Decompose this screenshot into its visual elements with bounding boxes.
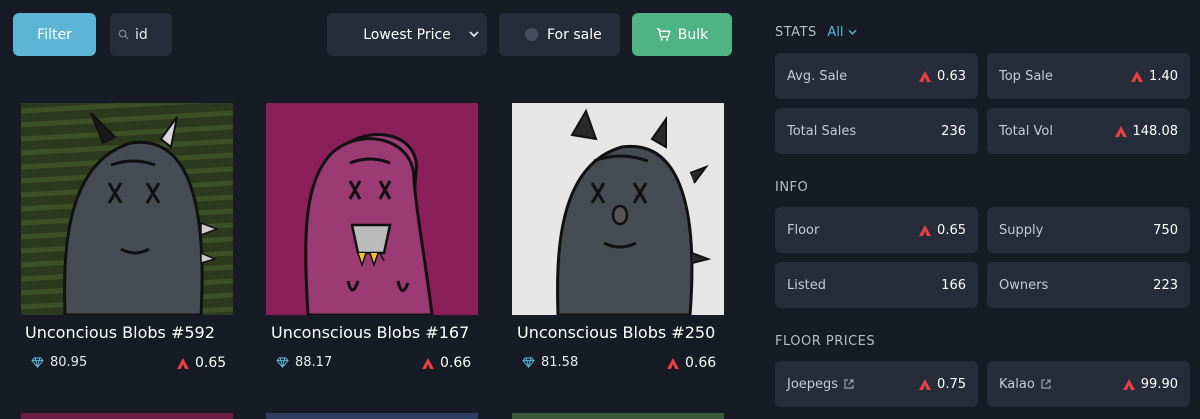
nft-image[interactable] xyxy=(21,103,233,315)
avax-icon xyxy=(177,357,189,369)
stat-label: Owners xyxy=(999,277,1049,293)
for-sale-label: For sale xyxy=(547,26,602,43)
stat-label: Total Sales xyxy=(787,123,857,139)
nft-rarity: 80.95 xyxy=(31,355,87,370)
for-sale-toggle[interactable]: For sale xyxy=(499,13,620,56)
stat-total-vol: Total Vol 148.08 xyxy=(987,108,1190,154)
diamond-icon xyxy=(276,357,289,368)
stat-value-text: 99.90 xyxy=(1140,376,1178,392)
avax-icon xyxy=(1122,378,1135,390)
stat-value: 236 xyxy=(941,123,966,139)
stats-filter-dropdown[interactable]: All xyxy=(827,25,857,40)
external-link-icon[interactable] xyxy=(844,379,854,389)
stat-label: Listed xyxy=(787,277,826,293)
nft-price: 0.66 xyxy=(422,355,471,371)
stat-top-sale: Top Sale 1.40 xyxy=(987,53,1190,99)
nft-image[interactable] xyxy=(512,103,724,315)
marketplace-name: Kalao xyxy=(999,376,1035,392)
filter-button[interactable]: Filter xyxy=(13,13,96,56)
for-sale-radio[interactable] xyxy=(525,28,538,41)
stats-filter-label: All xyxy=(827,25,844,40)
floor-kalao[interactable]: Kalao 99.90 xyxy=(987,361,1190,407)
search-input[interactable] xyxy=(135,26,165,43)
avax-icon xyxy=(919,378,932,390)
stat-value: 0.63 xyxy=(919,69,966,84)
nft-title[interactable]: Unconscious Blobs #250 xyxy=(517,323,715,342)
info-supply: Supply 750 xyxy=(987,207,1190,253)
stat-value-text: 0.63 xyxy=(937,68,966,84)
bulk-button[interactable]: Bulk xyxy=(632,13,732,56)
stat-value: 99.90 xyxy=(1122,376,1178,392)
info-listed: Listed 166 xyxy=(775,262,978,308)
floor-prices-title: FLOOR PRICES xyxy=(775,334,876,349)
avax-icon xyxy=(422,357,434,369)
avax-icon xyxy=(919,224,932,236)
diamond-icon xyxy=(31,357,44,368)
marketplace-name: Joepegs xyxy=(787,376,839,392)
nft-image-next[interactable] xyxy=(512,413,724,419)
stat-label: Top Sale xyxy=(999,68,1053,84)
stat-value-text: 148.08 xyxy=(1132,123,1179,139)
stat-value: 166 xyxy=(941,277,966,293)
stat-label: Floor xyxy=(787,222,820,238)
avax-icon xyxy=(667,357,679,369)
chevron-down-icon xyxy=(469,31,479,38)
stat-total-sales: Total Sales 236 xyxy=(775,108,978,154)
nft-rarity-value: 80.95 xyxy=(50,355,88,370)
sort-label: Lowest Price xyxy=(363,26,451,43)
nft-image-next[interactable] xyxy=(21,413,233,419)
bulk-label: Bulk xyxy=(677,26,709,43)
nft-image-next[interactable] xyxy=(266,413,478,419)
nft-price-value: 0.66 xyxy=(685,355,717,371)
nft-image[interactable] xyxy=(266,103,478,315)
stat-value: 0.75 xyxy=(919,377,966,392)
nft-rarity-value: 88.17 xyxy=(295,355,333,370)
stat-label: Kalao xyxy=(999,377,1051,392)
info-floor: Floor 0.65 xyxy=(775,207,978,253)
stat-value: 148.08 xyxy=(1114,123,1179,139)
stat-value-text: 0.75 xyxy=(937,376,966,392)
avax-icon xyxy=(919,70,932,82)
stat-value: 223 xyxy=(1153,277,1178,293)
search-box[interactable] xyxy=(110,13,172,56)
stat-value-text: 1.40 xyxy=(1149,68,1178,84)
stat-label: Joepegs xyxy=(787,377,854,392)
floor-joepegs[interactable]: Joepegs 0.75 xyxy=(775,361,978,407)
info-owners: Owners 223 xyxy=(987,262,1190,308)
chevron-down-icon xyxy=(848,29,857,35)
avax-icon xyxy=(1114,125,1127,137)
diamond-icon xyxy=(522,357,535,368)
cart-icon xyxy=(656,28,671,41)
info-title: INFO xyxy=(775,180,809,195)
stat-value: 750 xyxy=(1153,222,1178,238)
stat-value: 0.65 xyxy=(919,223,966,238)
nft-rarity: 88.17 xyxy=(276,355,332,370)
nft-price: 0.65 xyxy=(177,355,226,371)
external-link-icon[interactable] xyxy=(1041,379,1051,389)
nft-price-value: 0.65 xyxy=(195,355,227,371)
nft-title[interactable]: Unconcious Blobs #592 xyxy=(25,323,215,342)
stat-label: Supply xyxy=(999,222,1044,238)
stat-label: Total Vol xyxy=(999,123,1053,139)
stat-avg-sale: Avg. Sale 0.63 xyxy=(775,53,978,99)
nft-price: 0.66 xyxy=(667,355,716,371)
avax-icon xyxy=(1131,70,1144,82)
nft-price-value: 0.66 xyxy=(440,355,472,371)
stats-heading: STATS All xyxy=(775,25,857,40)
sort-select[interactable]: Lowest Price xyxy=(327,13,487,56)
stats-title: STATS xyxy=(775,25,817,40)
nft-title[interactable]: Unconscious Blobs #167 xyxy=(271,323,469,342)
nft-rarity-value: 81.58 xyxy=(541,355,579,370)
stat-value-text: 0.65 xyxy=(937,222,966,238)
nft-rarity: 81.58 xyxy=(522,355,578,370)
stat-value: 1.40 xyxy=(1131,69,1178,84)
stat-label: Avg. Sale xyxy=(787,68,848,84)
search-icon xyxy=(118,29,129,40)
